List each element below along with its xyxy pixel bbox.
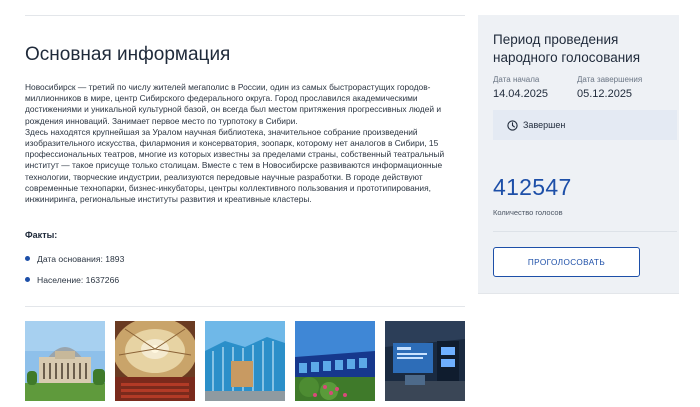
panel-bottom-divider — [478, 293, 679, 294]
city-description: Новосибирск — третий по числу жителей ме… — [25, 82, 465, 205]
fact-item-population: Население: 1637266 — [25, 275, 119, 285]
bullet-icon — [25, 277, 30, 283]
start-date-label: Дата начала — [493, 75, 540, 84]
theatre-dome-photo[interactable] — [115, 321, 195, 401]
circus-building-photo[interactable] — [205, 321, 285, 401]
top-divider — [25, 15, 465, 16]
panel-title: Период проведения народного голосования — [493, 32, 641, 65]
fact-text: Население: 1637266 — [37, 275, 120, 285]
vote-count-label: Количество голосов — [493, 208, 563, 217]
fact-text: Дата основания: 1893 — [37, 254, 125, 264]
clock-icon — [507, 119, 518, 131]
status-text: Завершен — [523, 120, 566, 130]
start-date-value: 14.04.2025 — [493, 88, 549, 100]
section-divider — [25, 306, 465, 307]
vote-button[interactable]: ПРОГОЛОСОВАТЬ — [493, 247, 640, 277]
bullet-icon — [25, 256, 30, 262]
description-paragraph-2: Здесь находятся крупнейшая за Уралом нау… — [25, 126, 445, 205]
status-badge: Завершен — [493, 110, 677, 140]
panel-divider — [493, 231, 677, 232]
opera-theatre-photo[interactable] — [25, 321, 105, 401]
exhibition-hall-photo[interactable] — [385, 321, 465, 401]
end-date-label: Дата завершения — [577, 75, 643, 84]
fact-item-founded: Дата основания: 1893 — [25, 254, 124, 264]
end-date-value: 05.12.2025 — [577, 88, 633, 100]
facts-heading: Факты: — [25, 230, 58, 240]
description-paragraph-1: Новосибирск — третий по числу жителей ме… — [25, 82, 442, 126]
section-title: Основная информация — [25, 44, 231, 65]
museum-building-photo[interactable] — [295, 321, 375, 401]
voting-period-panel: Период проведения народного голосования … — [478, 15, 679, 293]
vote-count: 412547 — [493, 174, 572, 200]
